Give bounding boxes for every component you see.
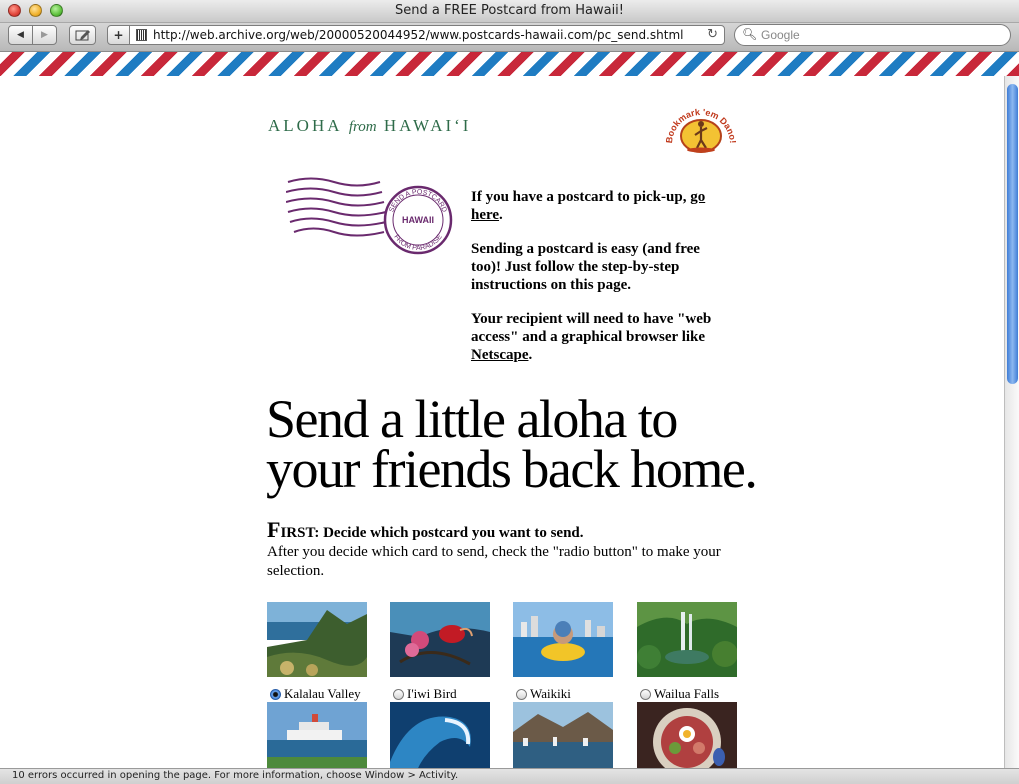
wailua-falls-radio[interactable] xyxy=(640,688,651,700)
waikiki-radio[interactable] xyxy=(516,688,527,700)
kalalau-valley-radio[interactable] xyxy=(270,688,281,700)
address-bar[interactable]: http://web.archive.org/web/2000052004495… xyxy=(129,25,725,45)
access-prefix-text: Your recipient will need to have "web ac… xyxy=(471,311,712,345)
iiwi-bird-radio[interactable] xyxy=(393,688,404,700)
wailua-falls-label: Wailua Falls xyxy=(654,686,720,701)
step-one-heading-text: IRST: Decide which postcard you want to … xyxy=(280,525,584,541)
postcard-option-iiwi-bird: I'iwi Bird xyxy=(390,602,510,702)
postcard-option-waikiki: Waikiki xyxy=(513,602,633,702)
postmark-stamp: SEND A POSTCARD HAWAII FROM PARADISE xyxy=(286,177,453,255)
cruise-ship-photo[interactable] xyxy=(267,702,367,768)
logo-part-aloha: ALOHA xyxy=(268,116,342,135)
easy-paragraph: Sending a postcard is easy (and free too… xyxy=(471,241,700,293)
wailua-falls-photo[interactable] xyxy=(637,602,738,677)
step-one-heading: FIRST: Decide which postcard you want to… xyxy=(267,517,747,543)
headline-line-2: your friends back home. xyxy=(266,439,758,499)
site-favicon-icon xyxy=(136,29,147,41)
waikiki-photo[interactable] xyxy=(513,602,613,677)
web-page-content: ALOHA from HAWAI‘I Bookmark 'em Dano! xyxy=(0,76,1004,768)
waikiki-label: Waikiki xyxy=(530,686,571,701)
postcard-option-kalalau-valley: Kalalau Valley xyxy=(267,602,387,702)
reload-icon[interactable]: ↻ xyxy=(707,27,718,42)
iiwi-bird-choice[interactable]: I'iwi Bird xyxy=(390,686,510,702)
edit-bookmarks-button[interactable] xyxy=(69,25,96,45)
wave-photo[interactable] xyxy=(390,702,490,768)
title-bar: Send a FREE Postcard from Hawaii! xyxy=(0,0,1019,23)
iiwi-bird-label: I'iwi Bird xyxy=(407,686,457,701)
vertical-scrollbar[interactable] xyxy=(1004,76,1019,768)
kalalau-valley-photo[interactable] xyxy=(267,602,367,677)
add-bookmark-button[interactable]: + xyxy=(107,25,130,45)
pickup-prefix-text: If you have a postcard to pick-up, xyxy=(471,189,691,205)
web-access-paragraph: Your recipient will need to have "web ac… xyxy=(471,310,731,364)
step-one-description: After you decide which card to send, che… xyxy=(267,544,721,579)
status-message: 10 errors occurred in opening the page. … xyxy=(12,770,459,781)
pencil-icon xyxy=(75,30,90,41)
pickup-paragraph: If you have a postcard to pick-up, go he… xyxy=(471,188,731,224)
browser-toolbar: ◀ ▶ + http://web.archive.org/web/2000052… xyxy=(0,23,1019,52)
step-one-dropcap: F xyxy=(267,517,281,542)
logo-part-hawaii: HAWAI‘I xyxy=(383,116,472,135)
headline: Send a little aloha to your friends back… xyxy=(266,389,786,499)
stamp-middle-text: HAWAII xyxy=(402,215,434,225)
harbor-photo[interactable] xyxy=(513,702,613,768)
scrollbar-thumb[interactable] xyxy=(1007,84,1018,384)
logo-part-from: from xyxy=(348,119,377,135)
postcard-option-wailua-falls: Wailua Falls xyxy=(637,602,757,702)
search-field[interactable]: 🔍︎ xyxy=(734,24,1011,46)
back-button[interactable]: ◀ xyxy=(8,25,33,45)
intro-text-block: If you have a postcard to pick-up, go he… xyxy=(471,188,731,380)
kalalau-valley-choice[interactable]: Kalalau Valley xyxy=(267,686,387,702)
url-text[interactable]: http://web.archive.org/web/2000052004495… xyxy=(153,28,683,42)
pickup-suffix-text: . xyxy=(499,207,503,223)
iiwi-bird-photo[interactable] xyxy=(390,602,490,677)
aloha-from-hawaii-logo[interactable]: ALOHA from HAWAI‘I xyxy=(268,116,471,136)
headline-line-1: Send a little aloha to xyxy=(266,389,678,449)
step-one-section: FIRST: Decide which postcard you want to… xyxy=(267,517,747,581)
wailua-falls-choice[interactable]: Wailua Falls xyxy=(637,686,757,702)
forward-arrow-icon: ▶ xyxy=(41,30,48,40)
access-suffix-text: . xyxy=(528,347,533,363)
kalalau-valley-label: Kalalau Valley xyxy=(284,686,361,701)
forward-button[interactable]: ▶ xyxy=(32,25,57,45)
airmail-stripe-banner xyxy=(0,52,1019,76)
bookmark-em-dano-badge[interactable]: Bookmark 'em Dano! xyxy=(666,106,736,154)
window-title: Send a FREE Postcard from Hawaii! xyxy=(394,3,625,18)
netscape-link[interactable]: Netscape xyxy=(471,347,528,363)
back-arrow-icon: ◀ xyxy=(17,30,24,40)
search-input[interactable] xyxy=(761,28,1001,42)
magnifier-icon: 🔍︎ xyxy=(742,27,758,41)
poke-bowl-photo[interactable] xyxy=(637,702,737,768)
status-bar: 10 errors occurred in opening the page. … xyxy=(0,768,1019,784)
waikiki-choice[interactable]: Waikiki xyxy=(513,686,633,702)
